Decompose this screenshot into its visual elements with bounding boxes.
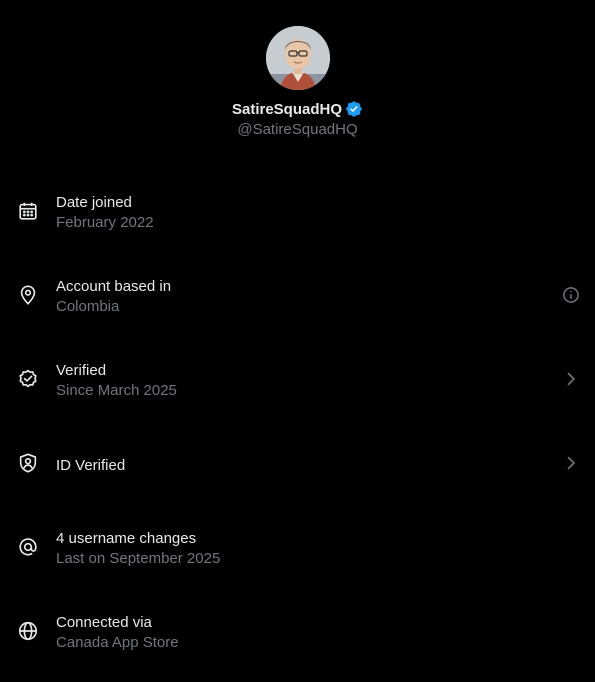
row-title: Date joined xyxy=(56,194,132,211)
row-title: Connected via xyxy=(56,614,152,631)
globe-icon xyxy=(17,620,39,642)
shield-user-icon xyxy=(17,452,39,474)
calendar-icon xyxy=(17,200,39,222)
chevron-right-icon xyxy=(561,453,581,473)
verified-badge-icon xyxy=(17,368,39,390)
at-sign-icon xyxy=(17,536,39,558)
row-subtitle: Last on September 2025 xyxy=(56,550,221,567)
chevron-right-icon xyxy=(561,369,581,389)
row-verified[interactable]: Verified Since March 2025 xyxy=(0,346,595,430)
row-text: Verified Since March 2025 xyxy=(56,361,177,401)
row-title: 4 username changes xyxy=(56,530,197,547)
row-account-based-in: Account based in Colombia xyxy=(0,262,595,346)
row-text: ID Verified xyxy=(56,456,125,476)
handle: @SatireSquadHQ xyxy=(237,121,358,138)
profile-header: SatireSquadHQ @SatireSquadHQ xyxy=(0,26,595,138)
display-name: SatireSquadHQ xyxy=(231,100,343,118)
name-row: SatireSquadHQ xyxy=(0,99,595,119)
row-title: Verified xyxy=(56,362,107,379)
row-text: Connected via Canada App Store xyxy=(56,613,179,653)
row-username-changes: 4 username changes Last on September 202… xyxy=(0,514,595,598)
location-pin-icon xyxy=(17,284,39,306)
row-text: 4 username changes Last on September 202… xyxy=(56,529,220,569)
info-icon[interactable] xyxy=(561,285,581,305)
avatar[interactable] xyxy=(265,26,330,90)
row-title: ID Verified xyxy=(56,457,126,474)
row-text: Date joined February 2022 xyxy=(56,193,154,233)
row-subtitle: Colombia xyxy=(56,298,120,315)
row-id-verified[interactable]: ID Verified xyxy=(0,430,595,514)
row-subtitle: Canada App Store xyxy=(56,634,179,651)
row-connected-via: Connected via Canada App Store xyxy=(0,598,595,682)
row-subtitle: Since March 2025 xyxy=(56,382,177,399)
row-text: Account based in Colombia xyxy=(56,277,171,317)
row-subtitle: February 2022 xyxy=(56,214,154,231)
row-title: Account based in xyxy=(56,278,172,295)
row-date-joined: Date joined February 2022 xyxy=(0,178,595,262)
verified-checkmark-icon[interactable] xyxy=(345,100,363,118)
about-account-list: Date joined February 2022 Account based … xyxy=(0,178,595,682)
